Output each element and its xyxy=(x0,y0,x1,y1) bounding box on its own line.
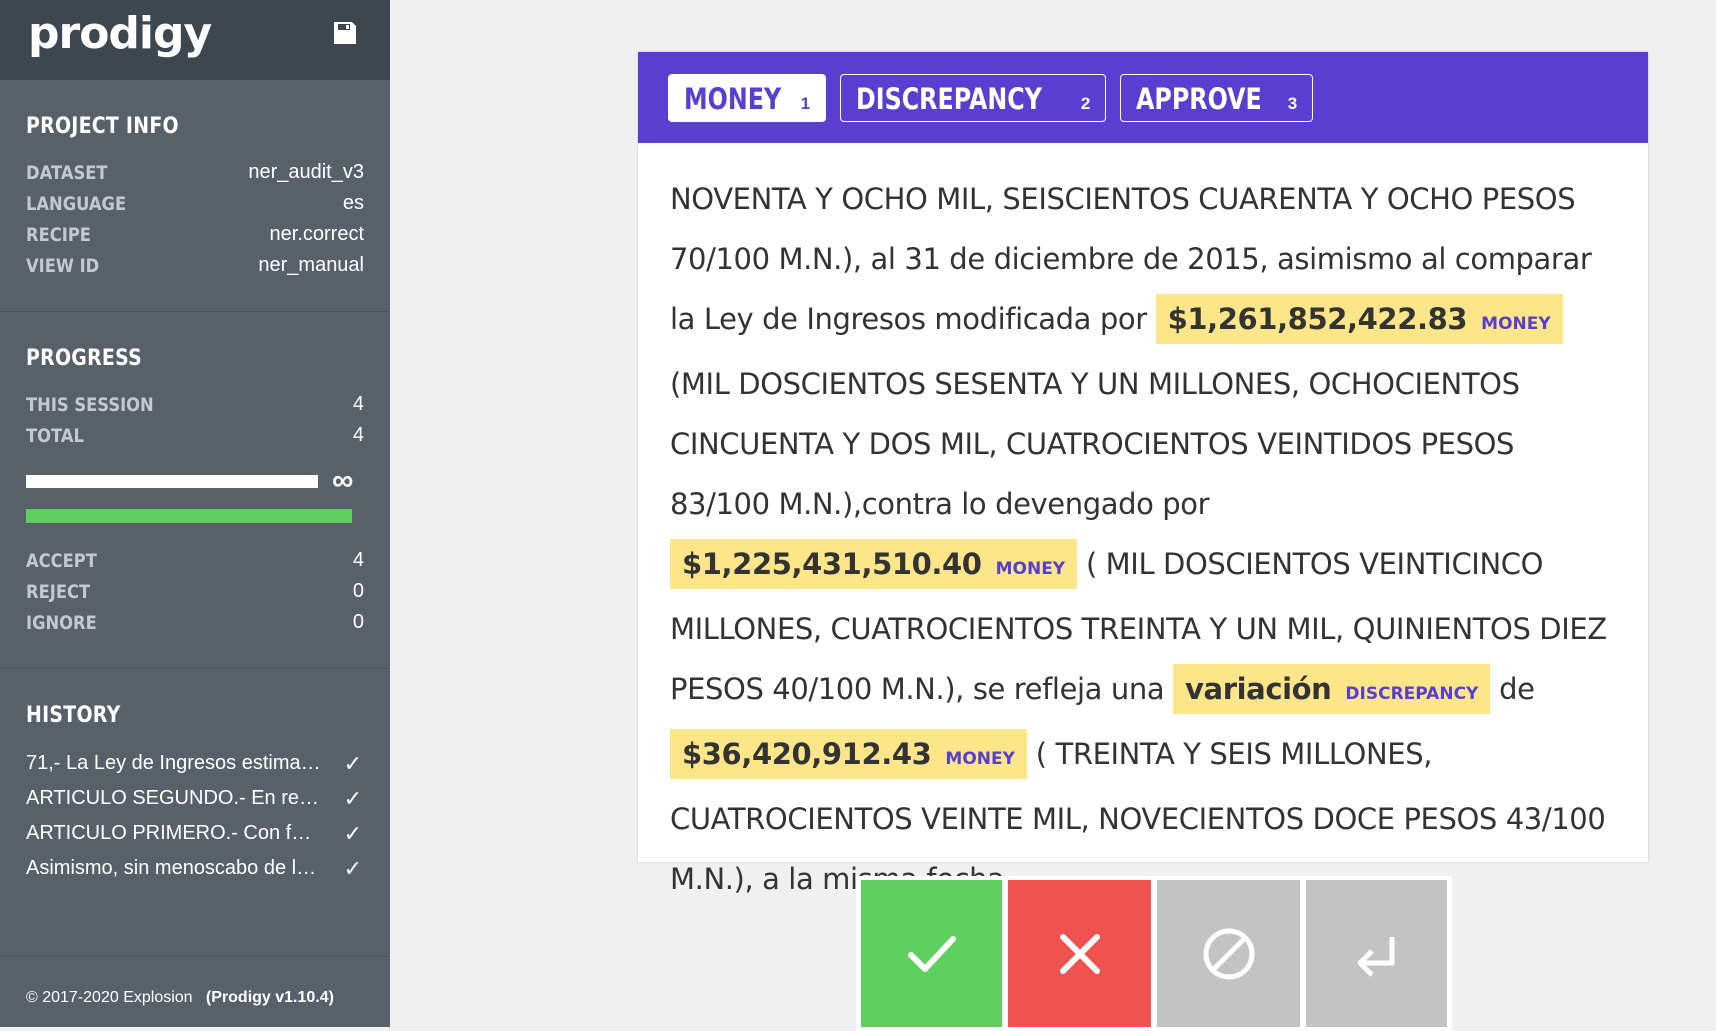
ignore-button[interactable] xyxy=(1157,880,1300,1027)
brand-header: prodigy xyxy=(0,0,390,80)
accept-ratio-bar xyxy=(26,509,352,523)
project-info-section: PROJECT INFO DATASET ner_audit_v3 LANGUA… xyxy=(0,80,390,312)
info-row-language: LANGUAGE es xyxy=(26,192,364,215)
accept-ratio-track xyxy=(26,509,352,523)
accept-button[interactable] xyxy=(861,880,1002,1027)
save-icon[interactable] xyxy=(332,20,358,46)
history-item[interactable]: 71,- La Ley de Ingresos estimada para el… xyxy=(26,746,364,781)
annotation-text[interactable]: NOVENTA Y OCHO MIL, SEISCIENTOS CUARENTA… xyxy=(638,143,1648,909)
version-link[interactable]: (Prodigy v1.10.4) xyxy=(206,989,334,1006)
progress-ignore: IGNORE 0 xyxy=(26,611,364,634)
entity-label: MONEY xyxy=(1481,314,1551,334)
undo-arrow-icon xyxy=(1357,936,1394,977)
check-icon xyxy=(907,935,956,972)
progress-section: PROGRESS THIS SESSION 4 TOTAL 4 ∞ ACCEPT… xyxy=(0,312,390,669)
history-item[interactable]: ARTICULO SEGUNDO.- En relación a lo ante… xyxy=(26,781,364,816)
history-section: HISTORY 71,- La Ley de Ingresos estimada… xyxy=(0,669,390,916)
check-icon: ✓ xyxy=(343,855,362,881)
entity-label: DISCREPANCY xyxy=(1345,684,1479,704)
x-icon xyxy=(1059,933,1100,974)
history-title: HISTORY xyxy=(26,703,121,728)
reject-button[interactable] xyxy=(1008,880,1151,1027)
progress-reject: REJECT 0 xyxy=(26,580,364,603)
action-buttons xyxy=(856,876,1452,1031)
label-bar: MONEY 1 DISCREPANCY 2 APPROVE 3 xyxy=(638,52,1648,143)
annotation-card: MONEY 1 DISCREPANCY 2 APPROVE 3 NOVENTA … xyxy=(638,52,1648,896)
label-button-discrepancy[interactable]: DISCREPANCY 2 xyxy=(840,73,1107,122)
info-row-recipe: RECIPE ner.correct xyxy=(26,223,364,246)
footer-divider xyxy=(0,956,390,957)
prodigy-logo: prodigy xyxy=(28,8,212,59)
check-icon: ✓ xyxy=(343,750,362,776)
label-button-money[interactable]: MONEY 1 xyxy=(668,73,827,122)
history-item[interactable]: ARTICULO PRIMERO.- Con fundamento en ✓ xyxy=(26,816,364,851)
undo-button[interactable] xyxy=(1306,880,1447,1027)
progress-title: PROGRESS xyxy=(26,346,143,371)
text-segment[interactable]: (MIL DOSCIENTOS SESENTA Y UN MILLONES, O… xyxy=(670,367,1520,521)
sidebar: prodigy PROJECT INFO DATASET ner_audit_v… xyxy=(0,0,390,1027)
infinity-icon: ∞ xyxy=(332,464,354,497)
check-icon: ✓ xyxy=(343,785,362,811)
entity-span[interactable]: $36,420,912.43 MONEY xyxy=(670,729,1027,779)
history-item[interactable]: Asimismo, sin menoscabo de lo anterior ✓ xyxy=(26,851,364,886)
progress-total: TOTAL 4 xyxy=(26,424,364,447)
prohibited-icon xyxy=(1203,928,1254,979)
check-icon: ✓ xyxy=(343,820,362,846)
entity-span[interactable]: $1,225,431,510.40 MONEY xyxy=(670,539,1078,589)
progress-bar xyxy=(26,474,318,488)
progress-bar-row: ∞ xyxy=(26,464,364,497)
entity-span[interactable]: variación DISCREPANCY xyxy=(1173,664,1491,714)
entity-label: MONEY xyxy=(995,559,1066,579)
label-button-approve[interactable]: APPROVE 3 xyxy=(1120,73,1314,122)
entity-span[interactable]: $1,261,852,422.83 MONEY xyxy=(1155,294,1563,344)
text-segment[interactable]: de xyxy=(1490,672,1535,706)
progress-accept: ACCEPT 4 xyxy=(26,549,364,572)
footer: © 2017-2020 Explosion (Prodigy v1.10.4) xyxy=(26,989,334,1007)
progress-this-session: THIS SESSION 4 xyxy=(26,393,364,416)
info-row-view-id: VIEW ID ner_manual xyxy=(26,254,364,277)
entity-label: MONEY xyxy=(945,749,1015,769)
project-info-title: PROJECT INFO xyxy=(26,114,179,139)
info-row-dataset: DATASET ner_audit_v3 xyxy=(26,161,364,184)
copyright[interactable]: © 2017-2020 Explosion xyxy=(26,989,193,1006)
